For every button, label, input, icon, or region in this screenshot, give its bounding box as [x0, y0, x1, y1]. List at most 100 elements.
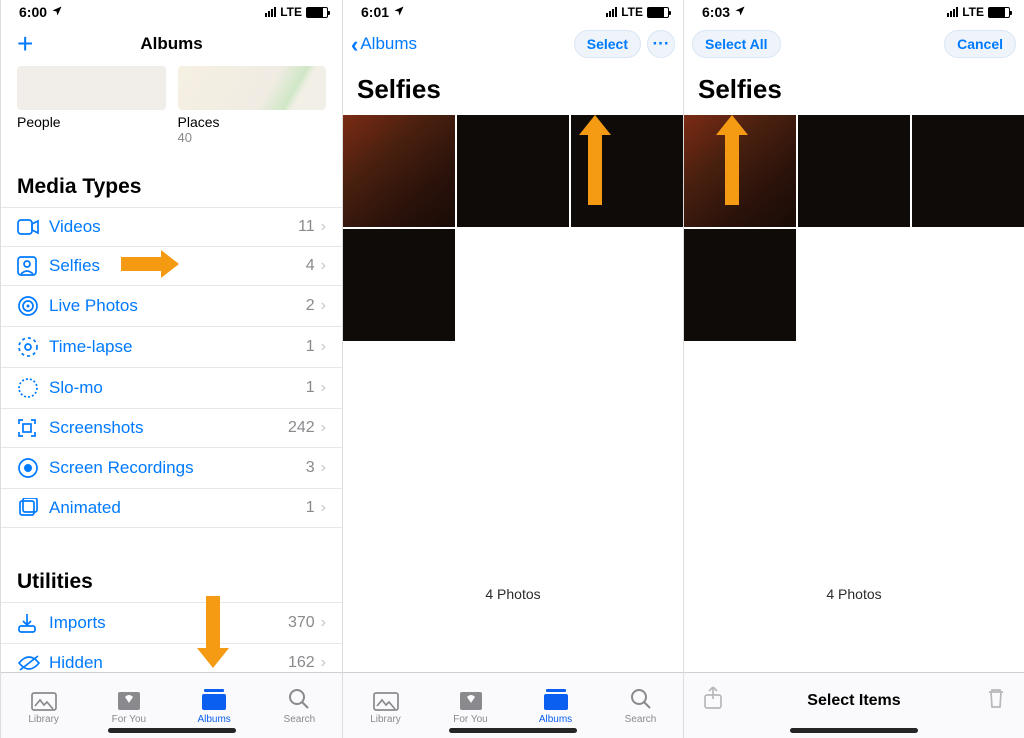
location-icon [393, 4, 405, 20]
photo-thumbnail[interactable] [798, 115, 910, 227]
row-label: Screenshots [43, 418, 288, 438]
home-indicator[interactable] [449, 728, 577, 733]
status-time: 6:00 [19, 4, 47, 20]
select-all-button[interactable]: Select All [692, 30, 781, 58]
row-label: Animated [43, 498, 306, 518]
network-label: LTE [962, 5, 984, 19]
row-count: 1 [306, 379, 315, 397]
photo-count: 4 Photos [343, 586, 683, 602]
navbar: Select All Cancel [684, 22, 1024, 66]
album-people[interactable]: People [17, 66, 166, 145]
home-indicator[interactable] [790, 728, 918, 733]
album-title: Selfies [343, 66, 683, 115]
photo-thumbnail[interactable] [343, 115, 455, 227]
places-thumb [178, 66, 327, 110]
section-header-utilities: Utilities [1, 552, 342, 602]
tab-label: Albums [539, 714, 572, 725]
row-label: Screen Recordings [43, 458, 306, 478]
tab-search[interactable]: Search [257, 673, 342, 738]
screen-albums: 6:00 LTE + Albums People Places 40 [0, 0, 342, 738]
search-icon [629, 687, 653, 711]
row-label: Time-lapse [43, 337, 306, 357]
utility-row-hidden[interactable]: Hidden162› [1, 643, 342, 672]
screen-selfies: 6:01 LTE ‹ Albums Select ··· Selfies [342, 0, 683, 738]
screenshot-icon [17, 418, 43, 438]
chevron-right-icon: › [315, 459, 326, 477]
library-icon [373, 687, 399, 711]
row-label: Slo-mo [43, 378, 306, 398]
photo-thumbnail[interactable] [684, 115, 796, 227]
media-type-row-videos[interactable]: Videos11› [1, 207, 342, 246]
media-type-row-screen-recordings[interactable]: Screen Recordings3› [1, 447, 342, 488]
utility-row-imports[interactable]: Imports370› [1, 602, 342, 643]
hidden-icon [17, 654, 43, 672]
search-icon [287, 687, 311, 711]
row-count: 2 [306, 297, 315, 315]
chevron-right-icon: › [315, 379, 326, 397]
places-count: 40 [178, 130, 327, 145]
tab-library[interactable]: Library [343, 673, 428, 738]
status-time: 6:01 [361, 4, 389, 20]
more-button[interactable]: ··· [647, 30, 675, 58]
back-label: Albums [360, 34, 417, 54]
row-count: 162 [288, 654, 315, 672]
chevron-left-icon: ‹ [351, 36, 358, 53]
home-indicator[interactable] [108, 728, 236, 733]
row-label: Imports [43, 613, 288, 633]
battery-icon [647, 7, 669, 18]
row-count: 11 [298, 218, 315, 236]
photo-thumbnail[interactable] [684, 229, 796, 341]
foryou-icon [117, 687, 141, 711]
albums-icon [543, 687, 569, 711]
cancel-button[interactable]: Cancel [944, 30, 1016, 58]
battery-icon [306, 7, 328, 18]
row-label: Live Photos [43, 296, 306, 316]
album-places[interactable]: Places 40 [178, 66, 327, 145]
people-thumb [17, 66, 166, 110]
photo-thumbnail[interactable] [457, 115, 569, 227]
library-icon [31, 687, 57, 711]
signal-icon [947, 7, 958, 17]
tab-label: Library [370, 714, 401, 725]
row-count: 3 [306, 459, 315, 477]
photo-thumbnail[interactable] [571, 115, 683, 227]
media-type-row-slo-mo[interactable]: Slo-mo1› [1, 367, 342, 408]
status-bar: 6:01 LTE [343, 0, 683, 22]
timelapse-icon [17, 336, 43, 358]
section-header-media-types: Media Types [1, 157, 342, 207]
chevron-right-icon: › [315, 499, 326, 517]
row-label: Hidden [43, 653, 288, 672]
media-type-row-selfies[interactable]: Selfies4› [1, 246, 342, 285]
chevron-right-icon: › [315, 218, 326, 236]
chevron-right-icon: › [315, 419, 326, 437]
tab-label: For You [112, 714, 146, 725]
animated-icon [17, 498, 43, 518]
media-type-row-live-photos[interactable]: Live Photos2› [1, 285, 342, 326]
select-button[interactable]: Select [574, 30, 641, 58]
media-type-row-screenshots[interactable]: Screenshots242› [1, 408, 342, 447]
album-title: Selfies [684, 66, 1024, 115]
media-type-row-animated[interactable]: Animated1› [1, 488, 342, 528]
row-count: 370 [288, 614, 315, 632]
ellipsis-icon: ··· [653, 34, 670, 54]
signal-icon [606, 7, 617, 17]
photo-thumbnail[interactable] [912, 115, 1024, 227]
tab-search[interactable]: Search [598, 673, 683, 738]
navbar: ‹ Albums Select ··· [343, 22, 683, 66]
navbar: + Albums [1, 22, 342, 66]
chevron-right-icon: › [315, 614, 326, 632]
record-icon [17, 457, 43, 479]
people-label: People [17, 114, 166, 130]
network-label: LTE [280, 5, 302, 19]
live-icon [17, 295, 43, 317]
signal-icon [265, 7, 276, 17]
tab-library[interactable]: Library [1, 673, 86, 738]
photo-thumbnail[interactable] [343, 229, 455, 341]
status-bar: 6:03 LTE [684, 0, 1024, 22]
media-type-row-time-lapse[interactable]: Time-lapse1› [1, 326, 342, 367]
add-button[interactable]: + [17, 28, 33, 60]
status-bar: 6:00 LTE [1, 0, 342, 22]
row-count: 4 [306, 257, 315, 275]
back-button[interactable]: ‹ Albums [351, 34, 417, 54]
screen-selfies-selecting: 6:03 LTE Select All Cancel Selfies 4 Pho… [683, 0, 1024, 738]
